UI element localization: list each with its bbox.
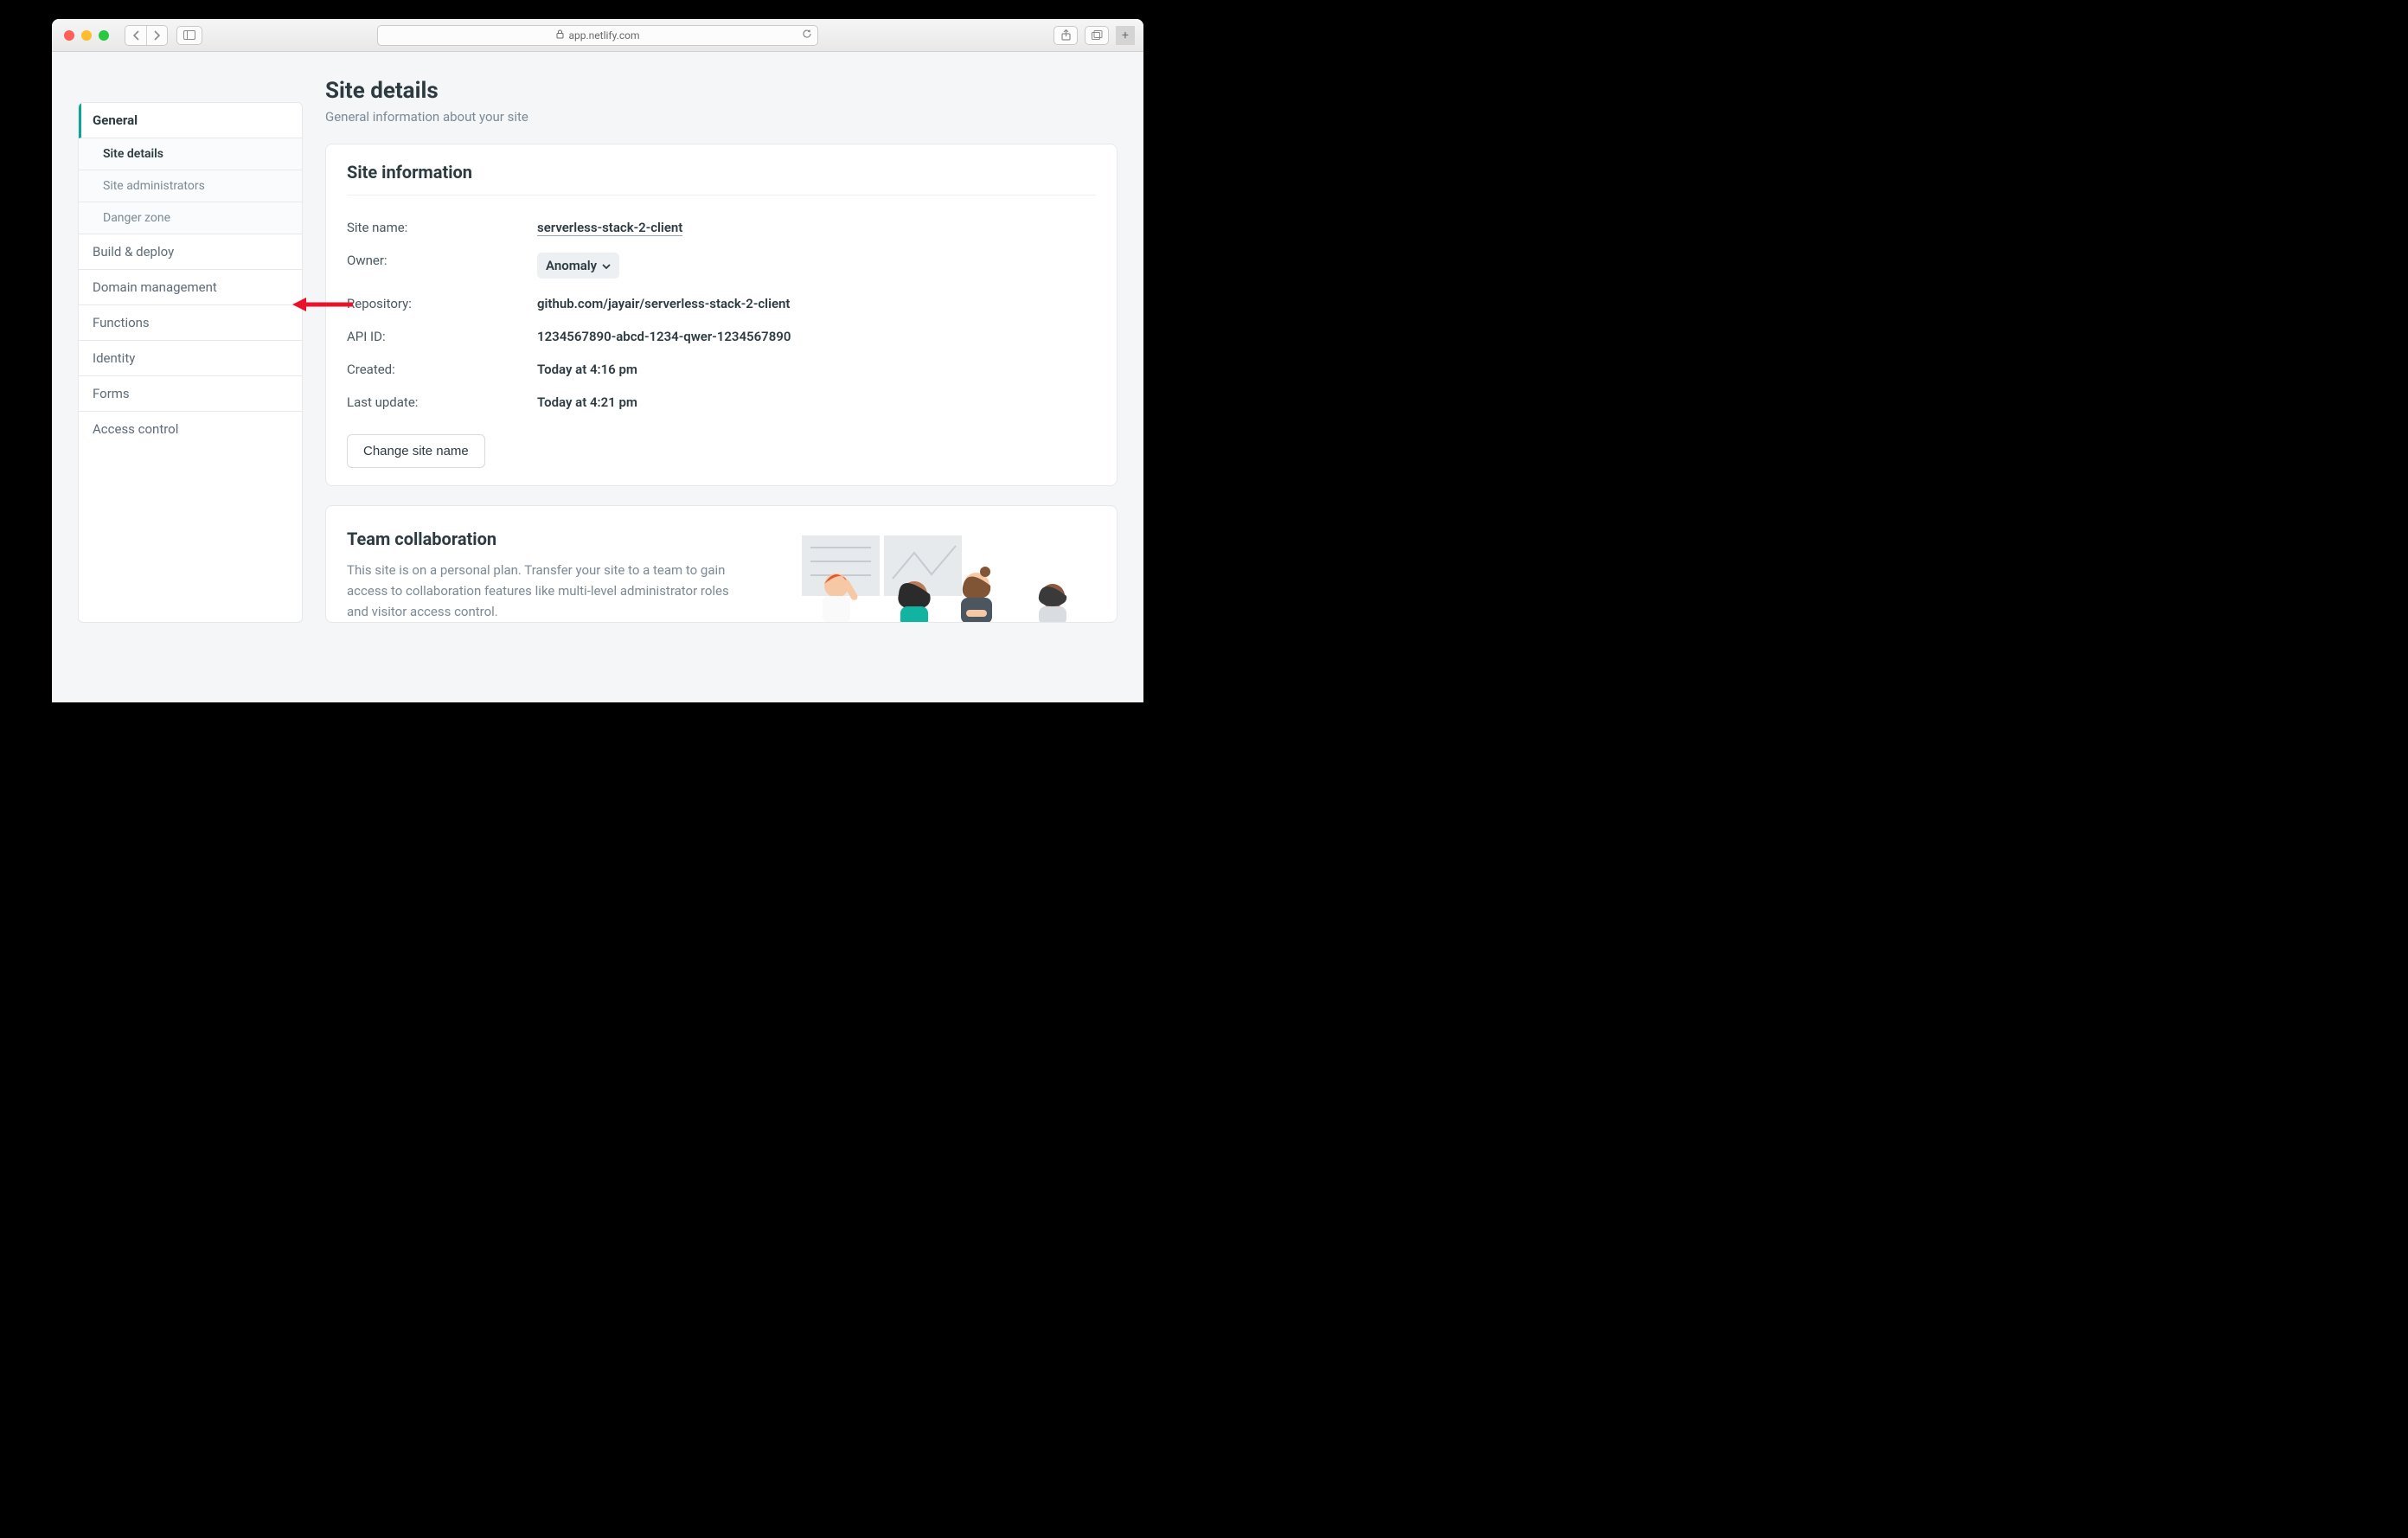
card-title: Site information (347, 162, 1096, 195)
sidebar-item-identity[interactable]: Identity (79, 341, 302, 376)
team-collaboration-desc: This site is on a personal plan. Transfe… (347, 560, 750, 622)
sidebar-item-label: Danger zone (103, 211, 170, 225)
forward-button[interactable] (146, 26, 167, 45)
info-row-owner: Owner: Anomaly (347, 244, 1096, 287)
info-label: Last update: (347, 394, 537, 410)
info-row-last-update: Last update: Today at 4:21 pm (347, 386, 1096, 419)
sidebar-item-forms[interactable]: Forms (79, 376, 302, 412)
refresh-button[interactable] (802, 29, 812, 42)
nav-buttons (125, 25, 168, 46)
new-tab-button[interactable]: + (1116, 26, 1135, 45)
sidebar-item-site-details[interactable]: Site details (79, 138, 302, 170)
last-update-value: Today at 4:21 pm (537, 394, 637, 410)
info-label: Created: (347, 362, 537, 377)
info-row-repository: Repository: github.com/jayair/serverless… (347, 287, 1096, 320)
browser-chrome: app.netlify.com + (52, 19, 1143, 52)
sidebar-item-access-control[interactable]: Access control (79, 412, 302, 446)
team-collaboration-title: Team collaboration (347, 529, 750, 549)
info-row-site-name: Site name: serverless-stack-2-client (347, 211, 1096, 244)
browser-window: app.netlify.com + General Site de (52, 19, 1143, 702)
sidebar-item-label: General (93, 112, 138, 128)
back-button[interactable] (125, 26, 146, 45)
sidebar-item-domain-management[interactable]: Domain management (79, 270, 302, 305)
info-label: Site name: (347, 220, 537, 235)
share-button[interactable] (1054, 26, 1078, 45)
annotation-arrow (292, 296, 353, 313)
team-collaboration-card: Team collaboration This site is on a per… (325, 505, 1118, 623)
sidebar-item-label: Functions (93, 315, 150, 330)
chrome-right: + (1054, 26, 1135, 45)
page-subtitle: General information about your site (325, 109, 1118, 125)
site-name-link[interactable]: serverless-stack-2-client (537, 220, 682, 236)
sidebar-item-label: Domain management (93, 279, 217, 295)
lock-icon (556, 29, 564, 42)
maximize-window-button[interactable] (99, 30, 109, 41)
site-information-card: Site information Site name: serverless-s… (325, 144, 1118, 486)
change-site-name-button[interactable]: Change site name (347, 434, 485, 468)
traffic-lights (64, 30, 109, 41)
minimize-window-button[interactable] (81, 30, 92, 41)
repository-value: github.com/jayair/serverless-stack-2-cli… (537, 296, 790, 311)
page-content: General Site details Site administrators… (52, 52, 1143, 702)
sidebar-item-general[interactable]: General (79, 103, 302, 138)
chevron-down-icon (602, 258, 611, 273)
owner-value: Anomaly (546, 258, 597, 273)
tabs-button[interactable] (1085, 26, 1109, 45)
sidebar-item-build-deploy[interactable]: Build & deploy (79, 234, 302, 270)
close-window-button[interactable] (64, 30, 74, 41)
address-bar[interactable]: app.netlify.com (377, 25, 818, 46)
page-title: Site details (325, 78, 1118, 104)
sidebar-item-label: Build & deploy (93, 244, 174, 260)
info-row-created: Created: Today at 4:16 pm (347, 353, 1096, 386)
sidebar-item-label: Site details (103, 147, 163, 161)
info-label: API ID: (347, 329, 537, 344)
info-row-api-id: API ID: 1234567890-abcd-1234-qwer-123456… (347, 320, 1096, 353)
sidebar-item-danger-zone[interactable]: Danger zone (79, 202, 302, 234)
team-illustration (785, 527, 1096, 622)
info-label: Owner: (347, 253, 537, 279)
sidebar-toggle-button[interactable] (176, 26, 202, 45)
api-id-value: 1234567890-abcd-1234-qwer-1234567890 (537, 329, 791, 344)
info-table: Site name: serverless-stack-2-client Own… (347, 195, 1096, 419)
sidebar-item-label: Access control (93, 421, 178, 437)
address-url: app.netlify.com (569, 29, 640, 42)
sidebar-item-site-administrators[interactable]: Site administrators (79, 170, 302, 202)
sidebar-item-label: Identity (93, 350, 135, 366)
created-value: Today at 4:16 pm (537, 362, 637, 377)
sidebar-item-functions[interactable]: Functions (79, 305, 302, 341)
main-content: Site details General information about y… (303, 52, 1118, 623)
info-label: Repository: (347, 296, 537, 311)
owner-dropdown[interactable]: Anomaly (537, 253, 619, 279)
sidebar-item-label: Site administrators (103, 179, 205, 193)
settings-sidebar: General Site details Site administrators… (78, 102, 303, 623)
sidebar-item-label: Forms (93, 386, 130, 401)
